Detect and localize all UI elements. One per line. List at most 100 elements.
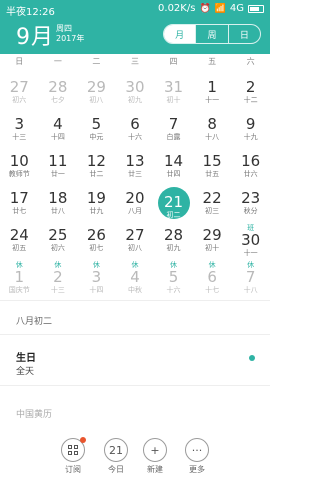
lunar-day: 初七 (89, 244, 104, 252)
calendar-day-cell[interactable]: 5 中元 (77, 113, 116, 150)
calendar-week-row: 10 教师节 11 廿一 12 廿二 13 廿三 14 廿四 15 廿五 16 廿六 (0, 150, 270, 187)
calendar-day-cell[interactable]: 8 十八 (193, 113, 232, 150)
calendar-day-cell[interactable]: 23 秋分 (231, 187, 270, 224)
calendar-day-cell[interactable]: 2 十二 (231, 76, 270, 113)
calendar-day-cell[interactable]: 休 4 中秋 (116, 261, 155, 298)
calendar-day-cell[interactable]: 休 1 国庆节 (0, 261, 39, 298)
calendar-day-cell[interactable]: 12 廿二 (77, 150, 116, 187)
network-type: 4G (229, 3, 244, 14)
calendar-day-cell[interactable]: 休 5 十六 (154, 261, 193, 298)
more-button[interactable]: ··· 更多 (177, 438, 217, 475)
lunar-day: 廿八 (50, 207, 65, 215)
calendar-day-cell[interactable]: 24 初五 (0, 224, 39, 261)
calendar-day-cell[interactable]: 15 廿五 (193, 150, 232, 187)
weekday-tue: 二 (92, 57, 101, 66)
calendar-day-cell[interactable]: 11 廿一 (39, 150, 78, 187)
event-time[interactable]: 全天 (16, 364, 34, 377)
lunar-day: 廿四 (166, 170, 181, 178)
bottom-toolbar: 订阅 21 今日 + 新建 ··· 更多 (0, 437, 270, 480)
weekday-fri: 五 (208, 57, 217, 66)
new-label: 新建 (147, 465, 163, 474)
weekday-sat: 六 (246, 57, 255, 66)
calendar-day-cell[interactable]: 1 十一 (193, 76, 232, 113)
more-icon: ··· (185, 438, 209, 462)
calendar-day-cell[interactable]: 31 初十 (154, 76, 193, 113)
calendar-day-cell[interactable]: 13 廿三 (116, 150, 155, 187)
lunar-day: 七夕 (50, 96, 65, 104)
calendar-day-cell[interactable]: 4 十四 (39, 113, 78, 150)
calendar-day-cell[interactable]: 28 初九 (154, 224, 193, 261)
calendar-day-cell[interactable]: 6 十六 (116, 113, 155, 150)
tab-week[interactable]: 周 (196, 25, 229, 43)
event-title[interactable]: 生日 (16, 349, 36, 364)
calendar-day-cell[interactable]: 26 初七 (77, 224, 116, 261)
holiday-tag: 休 (54, 261, 62, 269)
today-icon: 21 (104, 438, 128, 462)
calendar-day-cell[interactable]: 29 初八 (77, 76, 116, 113)
subscribe-button[interactable]: 订阅 (53, 437, 93, 475)
network-speed: 0.02K/s (158, 3, 196, 14)
lunar-day: 初六 (50, 244, 65, 252)
month-title[interactable]: 9月 (16, 19, 54, 51)
status-icons: 0.02K/s ⏰ 📶 4G (158, 3, 264, 14)
calendar-day-cell[interactable]: 18 廿八 (39, 187, 78, 224)
day-number: 11 (48, 152, 68, 170)
day-number: 10 (9, 152, 29, 170)
lunar-day: 十二 (243, 96, 258, 104)
calendar-day-cell[interactable]: 班 30 十一 (231, 224, 270, 261)
calendar-day-cell[interactable]: 30 初九 (116, 76, 155, 113)
calendar-day-cell[interactable]: 27 初六 (0, 76, 39, 113)
calendar-day-cell[interactable]: 休 6 十七 (193, 261, 232, 298)
tab-month[interactable]: 月 (164, 25, 197, 43)
calendar-day-cell[interactable]: 19 廿九 (77, 187, 116, 224)
calendar-day-cell[interactable]: 28 七夕 (39, 76, 78, 113)
today-button[interactable]: 21 今日 (96, 438, 136, 475)
lunar-day: 廿七 (12, 207, 27, 215)
lunar-day: 初二 (166, 211, 181, 219)
lunar-day: 廿九 (89, 207, 104, 215)
lunar-day: 初九 (127, 96, 142, 104)
calendar-day-cell[interactable]: 休 2 十三 (39, 261, 78, 298)
day-number: 7 (168, 115, 179, 133)
day-number: 29 (86, 78, 106, 96)
day-number: 17 (9, 189, 29, 207)
lunar-day: 初九 (166, 244, 181, 252)
lunar-date: 八月初二 (16, 317, 53, 327)
calendar-day-cell[interactable]: 14 廿四 (154, 150, 193, 187)
calendar-day-cell[interactable]: 3 十三 (0, 113, 39, 150)
lunar-day: 中秋 (127, 286, 142, 294)
calendar-day-cell[interactable]: 休 7 十八 (231, 261, 270, 298)
lunar-day: 秋分 (243, 207, 258, 215)
calendar-day-cell[interactable]: 16 廿六 (231, 150, 270, 187)
calendar-grid: 27 初六 28 七夕 29 初八 30 初九 31 初十 1 十一 2 十二 3 十三 4 十四 5 中元 6 十六 7 白… (0, 76, 270, 298)
calendar-day-cell[interactable]: 10 教师节 (0, 150, 39, 187)
lunar-day: 十八 (205, 133, 220, 141)
day-number: 31 (163, 78, 184, 96)
tab-day[interactable]: 日 (229, 25, 260, 43)
new-button[interactable]: + 新建 (135, 438, 175, 475)
lunar-day: 十六 (166, 286, 181, 294)
calendar-day-cell[interactable]: 7 白露 (154, 113, 193, 150)
day-number: 4 (53, 115, 63, 133)
calendar-day-cell[interactable]: 20 八月 (116, 187, 155, 224)
day-number: 20 (125, 189, 145, 207)
holiday-tag: 休 (170, 261, 178, 269)
calendar-day-cell[interactable]: 22 初三 (193, 187, 232, 224)
calendar-week-row: 24 初五 25 初六 26 初七 27 初八 28 初九 29 初十班 30 十一 (0, 224, 270, 261)
almanac-label[interactable]: 中国黄历 (16, 407, 52, 420)
calendar-day-cell[interactable]: 25 初六 (39, 224, 78, 261)
year-label: 2017年 (56, 34, 85, 43)
lunar-day: 初八 (89, 96, 104, 104)
calendar-day-cell[interactable]: 休 3 十四 (77, 261, 116, 298)
calendar-day-cell[interactable]: 21 初二 (154, 187, 193, 224)
plus-icon: + (143, 438, 167, 462)
calendar-day-cell[interactable]: 27 初八 (116, 224, 155, 261)
lunar-day: 十三 (50, 286, 65, 294)
calendar-day-cell[interactable]: 17 廿七 (0, 187, 39, 224)
lunar-day: 初六 (12, 96, 27, 104)
lunar-day: 初五 (12, 244, 27, 252)
calendar-day-cell[interactable]: 9 十九 (231, 113, 270, 150)
calendar-day-cell[interactable]: 29 初十 (193, 224, 232, 261)
lunar-day: 初三 (205, 207, 220, 215)
day-number: 29 (202, 226, 222, 244)
